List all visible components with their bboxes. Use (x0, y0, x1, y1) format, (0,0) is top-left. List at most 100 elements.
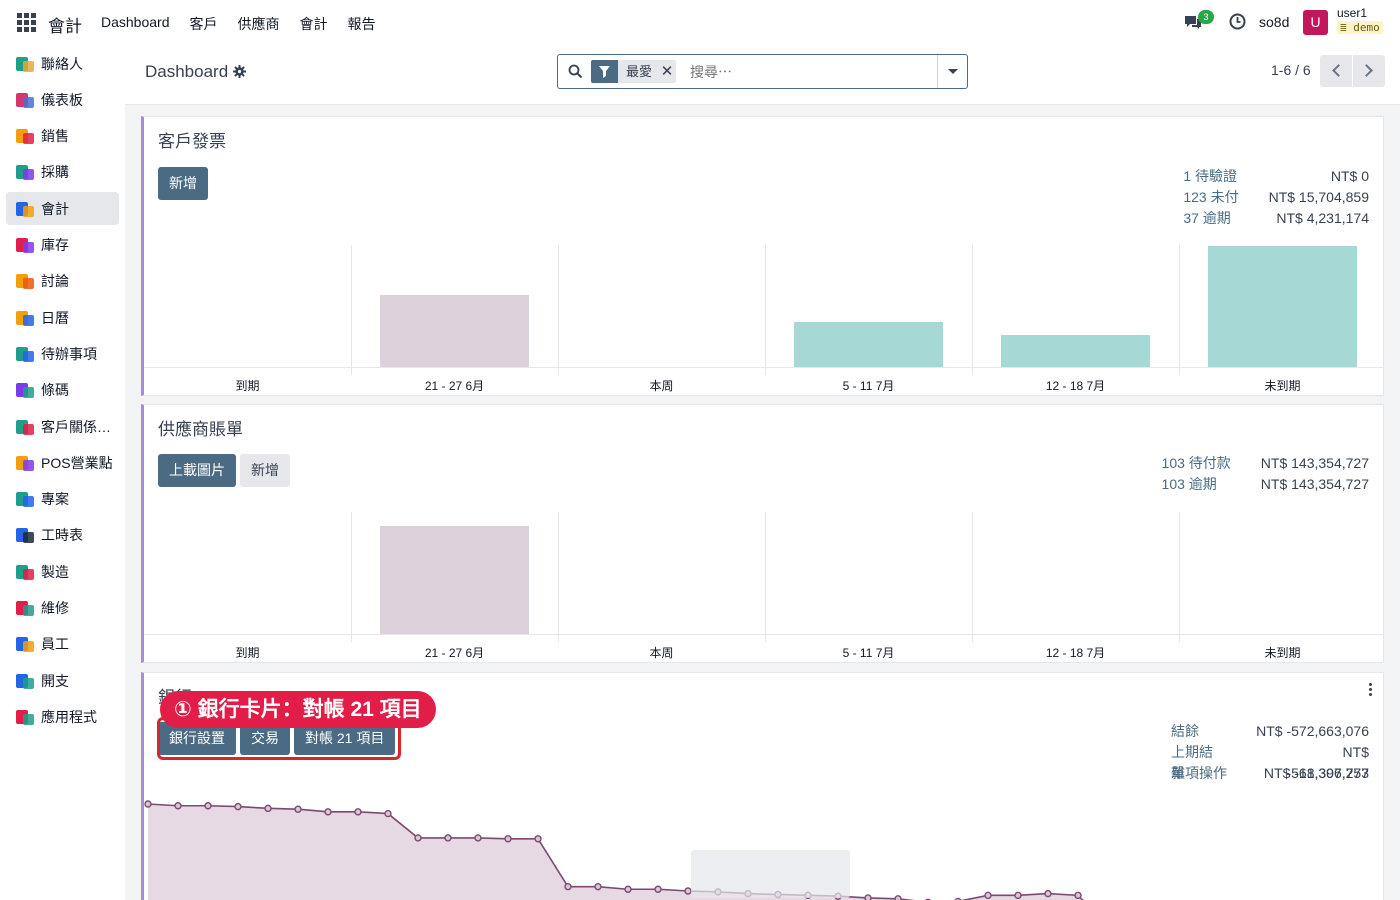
annotation-callout: ① 銀行卡片：對帳 21 項目 (160, 691, 436, 728)
sidebar-item[interactable]: 維修 (6, 592, 119, 625)
pager-value[interactable]: 1-6 / 6 (1271, 62, 1311, 78)
stat-late[interactable]: 37 逾期 (1183, 208, 1230, 229)
invoice-bar-graph[interactable]: 到期 21 - 27 6月 本周 5 - 11 7月 12 - 18 7月 未到期 (144, 245, 1384, 395)
database-name[interactable]: so8d (1259, 14, 1289, 30)
card-title[interactable]: 供應商賬單 (158, 415, 243, 440)
facet-remove-icon[interactable]: ✕ (658, 60, 676, 83)
sidebar-item[interactable]: 儀表板 (6, 83, 119, 116)
x-tick-label: 12 - 18 7月 (1045, 646, 1106, 660)
stat-row: 37 逾期 NT$ 4,231,174 (1183, 208, 1369, 229)
data-point[interactable] (624, 885, 632, 893)
sidebar-item[interactable]: 日曆 (6, 301, 119, 334)
sidebar-item[interactable]: 銷售 (6, 120, 119, 153)
data-point[interactable] (534, 835, 542, 843)
kebab-menu-icon[interactable] (1369, 683, 1373, 697)
new-bill-button[interactable]: 新增 (240, 454, 290, 487)
sidebar-item[interactable]: 製造 (6, 555, 119, 588)
data-point[interactable] (504, 835, 512, 843)
sidebar-item[interactable]: 討論 (6, 265, 119, 298)
stat-late[interactable]: 103 逾期 (1162, 474, 1217, 495)
sidebar-item[interactable]: 員工 (6, 628, 119, 661)
menu-customers[interactable]: 客戶 (190, 14, 218, 34)
sidebar-item[interactable]: 工時表 (6, 519, 119, 552)
app-sidebar: 聯絡人 儀表板銷售 採購 會計 庫存 討論 日曆 待辦事項條碼客戶關係… POS營業點 專案工時表… (0, 46, 125, 900)
data-point[interactable] (384, 809, 392, 818)
sidebar-item[interactable]: 客戶關係… (6, 410, 119, 443)
stat-unpaid[interactable]: 123 未付 (1183, 187, 1238, 208)
data-point[interactable] (144, 800, 152, 808)
new-invoice-button[interactable]: 新增 (158, 167, 208, 200)
dashboards-icon (15, 90, 35, 110)
data-point[interactable] (1014, 891, 1022, 900)
sidebar-item[interactable]: 會計 (6, 192, 119, 226)
data-point[interactable] (414, 834, 422, 842)
bar[interactable] (794, 322, 943, 367)
user-name[interactable]: user1 (1337, 6, 1367, 20)
bar[interactable] (380, 295, 529, 367)
data-point[interactable] (594, 882, 602, 891)
data-point[interactable] (984, 891, 992, 900)
stat-value: NT$ -561,307,757 (1286, 744, 1369, 781)
data-point[interactable] (564, 882, 572, 891)
menu-accounting[interactable]: 會計 (300, 14, 328, 34)
barcode-icon (15, 380, 35, 400)
stat-last-statement[interactable]: 上期結單 (1171, 742, 1227, 781)
stat-misc-operations[interactable]: 雜項操作 (1171, 763, 1227, 784)
data-point[interactable] (864, 894, 872, 900)
menu-dashboard[interactable]: Dashboard (101, 14, 170, 34)
sidebar-item[interactable]: 專案 (6, 483, 119, 516)
data-point[interactable] (264, 804, 272, 813)
sidebar-item[interactable]: 聯絡人 (6, 47, 119, 80)
sidebar-item[interactable]: 庫存 (6, 229, 119, 262)
card-title[interactable]: 客戶發票 (158, 127, 226, 152)
sidebar-item[interactable]: 待辦事項 (6, 337, 119, 370)
stat-row: 結餘 NT$ -572,663,076 (1171, 721, 1369, 742)
data-point[interactable] (1044, 889, 1052, 898)
menu-vendors[interactable]: 供應商 (238, 14, 280, 34)
employees-icon (15, 634, 35, 654)
search-options-toggle[interactable] (937, 55, 967, 88)
sidebar-item[interactable]: 採購 (6, 156, 119, 189)
bar[interactable] (380, 526, 529, 634)
chat-count-badge: 3 (1198, 10, 1214, 24)
sidebar-item-label: 專案 (41, 491, 69, 508)
pager-previous-button[interactable] (1320, 55, 1352, 87)
data-point[interactable] (444, 834, 452, 842)
clock-icon[interactable] (1229, 13, 1246, 30)
data-point[interactable] (324, 808, 332, 816)
expenses-icon (15, 671, 35, 691)
app-brand[interactable]: 會計 (48, 12, 82, 37)
sidebar-item-label: 客戶關係… (41, 418, 111, 435)
sidebar-item[interactable]: POS營業點 (6, 446, 119, 479)
menu-reporting[interactable]: 報告 (348, 14, 376, 34)
data-point[interactable] (174, 802, 182, 810)
search-facet: 最愛 ✕ (591, 60, 677, 83)
x-tick-label: 5 - 11 7月 (842, 646, 895, 660)
sidebar-item[interactable]: 應用程式 (6, 700, 119, 733)
sidebar-item[interactable]: 條碼 (6, 374, 119, 407)
stat-balance[interactable]: 結餘 (1171, 721, 1199, 742)
stat-value: NT$ -18,396,273 (1263, 765, 1369, 781)
search-input[interactable] (690, 61, 930, 83)
bar[interactable] (1208, 246, 1357, 367)
data-point[interactable] (654, 885, 662, 893)
bar[interactable] (1001, 335, 1150, 367)
pager-next-button[interactable] (1353, 55, 1385, 87)
upload-button[interactable]: 上載圖片 (158, 454, 236, 487)
data-point[interactable] (294, 805, 302, 813)
stat-to-validate[interactable]: 1 待驗證 (1183, 166, 1237, 187)
avatar[interactable]: U (1303, 10, 1328, 35)
data-point[interactable] (234, 802, 242, 811)
gear-icon[interactable] (233, 65, 246, 78)
data-point[interactable] (1074, 891, 1082, 900)
data-point[interactable] (354, 808, 362, 816)
sidebar-item[interactable]: 開支 (6, 664, 119, 697)
data-point[interactable] (894, 895, 902, 900)
stat-to-pay[interactable]: 103 待付款 (1162, 453, 1231, 474)
sidebar-item-label: POS營業點 (41, 454, 113, 471)
data-point[interactable] (204, 802, 212, 810)
app-grid-icon[interactable] (17, 13, 36, 32)
search-icon[interactable] (568, 64, 583, 79)
data-point[interactable] (474, 834, 482, 842)
bill-bar-graph[interactable]: 到期 21 - 27 6月 本周 5 - 11 7月 12 - 18 7月 未到期 (144, 512, 1384, 662)
